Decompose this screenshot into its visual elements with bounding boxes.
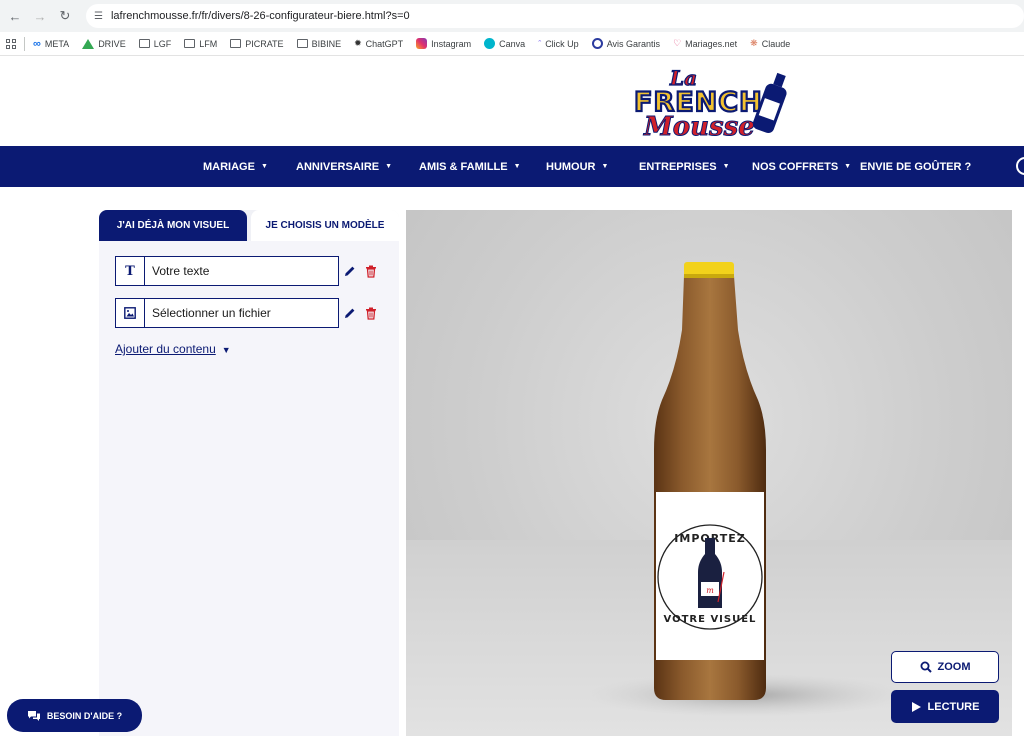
bookmark-mariages[interactable]: ♡ Mariages.net — [673, 38, 737, 49]
add-content-link[interactable]: Ajouter du contenu ▼ — [115, 342, 231, 356]
url-text: lafrenchmousse.fr/fr/divers/8-26-configu… — [110, 10, 410, 22]
edit-text-icon[interactable] — [342, 263, 358, 279]
bookmark-bibine[interactable]: BIBINE — [296, 39, 341, 49]
bookmark-drive[interactable]: DRIVE — [82, 38, 126, 49]
chat-icon — [27, 710, 40, 721]
drive-icon — [82, 38, 95, 49]
nav-item-humour[interactable]: HUMOUR ▼ — [546, 146, 608, 187]
site-header: La FRENCH Mousse — [0, 57, 1024, 146]
folder-icon — [230, 39, 242, 48]
bookmarks-bar: ∞ META DRIVE LGF LFM PICRATE BIBINE ✹ Chat… — [0, 32, 1024, 56]
edit-image-icon[interactable] — [342, 305, 358, 321]
label-bottom-text: VOTRE VISUEL — [664, 614, 757, 625]
play-icon — [911, 701, 921, 712]
svg-text:m: m — [706, 586, 714, 595]
bookmark-canva[interactable]: Canva — [484, 38, 525, 49]
instagram-icon — [416, 38, 428, 49]
nav-item-mariage[interactable]: MARIAGE ▼ — [203, 146, 268, 187]
folder-icon — [296, 39, 308, 48]
config-panel-body: T Votre texte Sélectionner un fichier Aj… — [99, 241, 399, 736]
bookmark-meta[interactable]: ∞ META — [33, 38, 69, 50]
bookmark-instagram[interactable]: Instagram — [416, 38, 471, 49]
nav-item-gouter[interactable]: ENVIE DE GOÛTER ? — [860, 146, 971, 187]
bookmark-lfm[interactable]: LFM — [184, 39, 217, 49]
nav-item-entreprises[interactable]: ENTREPRISES ▼ — [639, 146, 730, 187]
folder-icon — [138, 39, 150, 48]
apps-icon[interactable] — [6, 38, 16, 49]
config-panel: J'AI DÉJÀ MON VISUEL JE CHOISIS UN MODÈL… — [99, 210, 399, 736]
bookmark-separator — [24, 36, 25, 51]
browser-toolbar: ← → ↻ ☰ lafrenchmousse.fr/fr/divers/8-26… — [0, 0, 1024, 32]
canva-icon — [484, 38, 496, 49]
nav-item-amis-famille[interactable]: AMIS & FAMILLE ▼ — [419, 146, 521, 187]
chatgpt-icon: ✹ — [354, 38, 362, 48]
bookmark-claude[interactable]: ❋ Claude — [750, 38, 790, 49]
back-icon[interactable]: ← — [4, 5, 26, 27]
bookmark-clickup[interactable]: ˆ Click Up — [538, 39, 579, 49]
bookmark-chatgpt[interactable]: ✹ ChatGPT — [354, 38, 403, 49]
heart-icon: ♡ — [673, 38, 682, 48]
caret-down-icon: ▼ — [260, 163, 268, 170]
text-layer-row[interactable]: T Votre texte — [115, 256, 339, 286]
avis-icon — [591, 38, 603, 49]
beer-bottle: IMPORTEZ VOTRE VISUEL m — [654, 262, 766, 700]
delete-image-icon[interactable] — [363, 305, 379, 321]
folder-icon — [184, 39, 196, 48]
caret-down-icon: ▼ — [513, 163, 521, 170]
caret-down-icon: ▼ — [844, 163, 852, 170]
site-logo[interactable]: La FRENCH Mousse — [632, 65, 792, 143]
caret-down-icon: ▼ — [385, 163, 393, 170]
nav-overflow-icon[interactable] — [1016, 157, 1024, 175]
address-bar[interactable]: ☰ lafrenchmousse.fr/fr/divers/8-26-confi… — [86, 4, 1024, 28]
caret-down-icon: ▼ — [221, 345, 231, 355]
reload-icon[interactable]: ↻ — [54, 5, 76, 27]
caret-down-icon: ▼ — [722, 163, 730, 170]
site-settings-icon[interactable]: ☰ — [94, 11, 103, 22]
search-icon — [920, 661, 932, 673]
tab-my-visual[interactable]: J'AI DÉJÀ MON VISUEL — [99, 210, 247, 241]
main-nav: MARIAGE ▼ ANNIVERSAIRE ▼ AMIS & FAMILLE ▼ H… — [0, 146, 1024, 187]
bookmark-lgf[interactable]: LGF — [138, 39, 171, 49]
nav-item-anniversaire[interactable]: ANNIVERSAIRE ▼ — [296, 146, 392, 187]
claude-icon: ❋ — [750, 38, 758, 48]
meta-icon: ∞ — [33, 37, 41, 50]
svg-text:Mousse: Mousse — [643, 112, 755, 141]
bookmark-picrate[interactable]: PICRATE — [230, 39, 284, 49]
text-layer-label: Votre texte — [152, 264, 210, 278]
forward-icon[interactable]: → — [29, 5, 51, 27]
text-icon: T — [116, 257, 145, 285]
bookmark-avis[interactable]: Avis Garantis — [591, 38, 660, 49]
image-layer-row[interactable]: Sélectionner un fichier — [115, 298, 339, 328]
delete-text-icon[interactable] — [363, 263, 379, 279]
help-button[interactable]: BESOIN D'AIDE ? — [7, 699, 142, 732]
tab-choose-model[interactable]: JE CHOISIS UN MODÈLE — [251, 210, 399, 241]
clickup-icon: ˆ — [538, 38, 542, 49]
play-button[interactable]: LECTURE — [891, 690, 999, 723]
caret-down-icon: ▼ — [601, 163, 609, 170]
zoom-button[interactable]: ZOOM — [891, 651, 999, 683]
image-icon — [116, 299, 145, 327]
file-select-label: Sélectionner un fichier — [152, 306, 271, 320]
nav-item-coffrets[interactable]: NOS COFFRETS ▼ — [752, 146, 851, 187]
